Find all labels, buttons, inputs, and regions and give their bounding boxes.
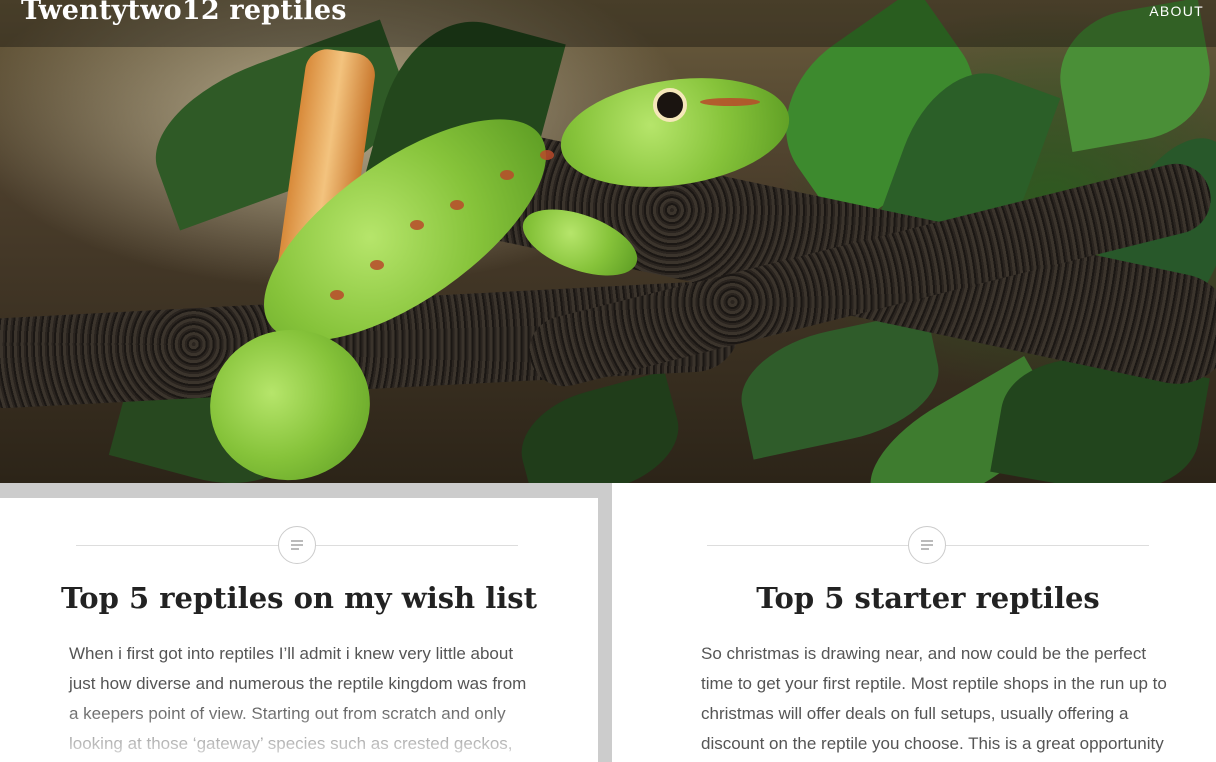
gecko-spot xyxy=(500,170,514,180)
gecko-spot xyxy=(540,150,554,160)
post-card: Top 5 starter reptiles So christmas is d… xyxy=(612,483,1216,762)
site-title[interactable]: Twentytwo12 reptiles xyxy=(21,0,347,26)
post-card: Top 5 reptiles on my wish list When i fi… xyxy=(0,498,598,762)
gecko-spot xyxy=(330,290,344,300)
gecko-spot xyxy=(410,220,424,230)
post-excerpt: So christmas is drawing near, and now co… xyxy=(701,644,1167,753)
post-format-icon xyxy=(291,540,303,550)
leaf-shape xyxy=(509,370,691,483)
gecko-eye xyxy=(653,88,687,122)
standard-post-icon[interactable] xyxy=(908,526,946,564)
post-title[interactable]: Top 5 reptiles on my wish list xyxy=(0,581,598,615)
post-title[interactable]: Top 5 starter reptiles xyxy=(612,581,1216,615)
gecko-spot xyxy=(370,260,384,270)
post-format-icon xyxy=(921,540,933,550)
gecko-spot xyxy=(700,98,760,106)
excerpt-fade xyxy=(0,702,598,762)
standard-post-icon[interactable] xyxy=(278,526,316,564)
nav-about-link[interactable]: ABOUT xyxy=(1149,3,1204,19)
gecko-spot xyxy=(450,200,464,210)
hero-image: Twentytwo12 reptiles ABOUT xyxy=(0,0,1216,483)
